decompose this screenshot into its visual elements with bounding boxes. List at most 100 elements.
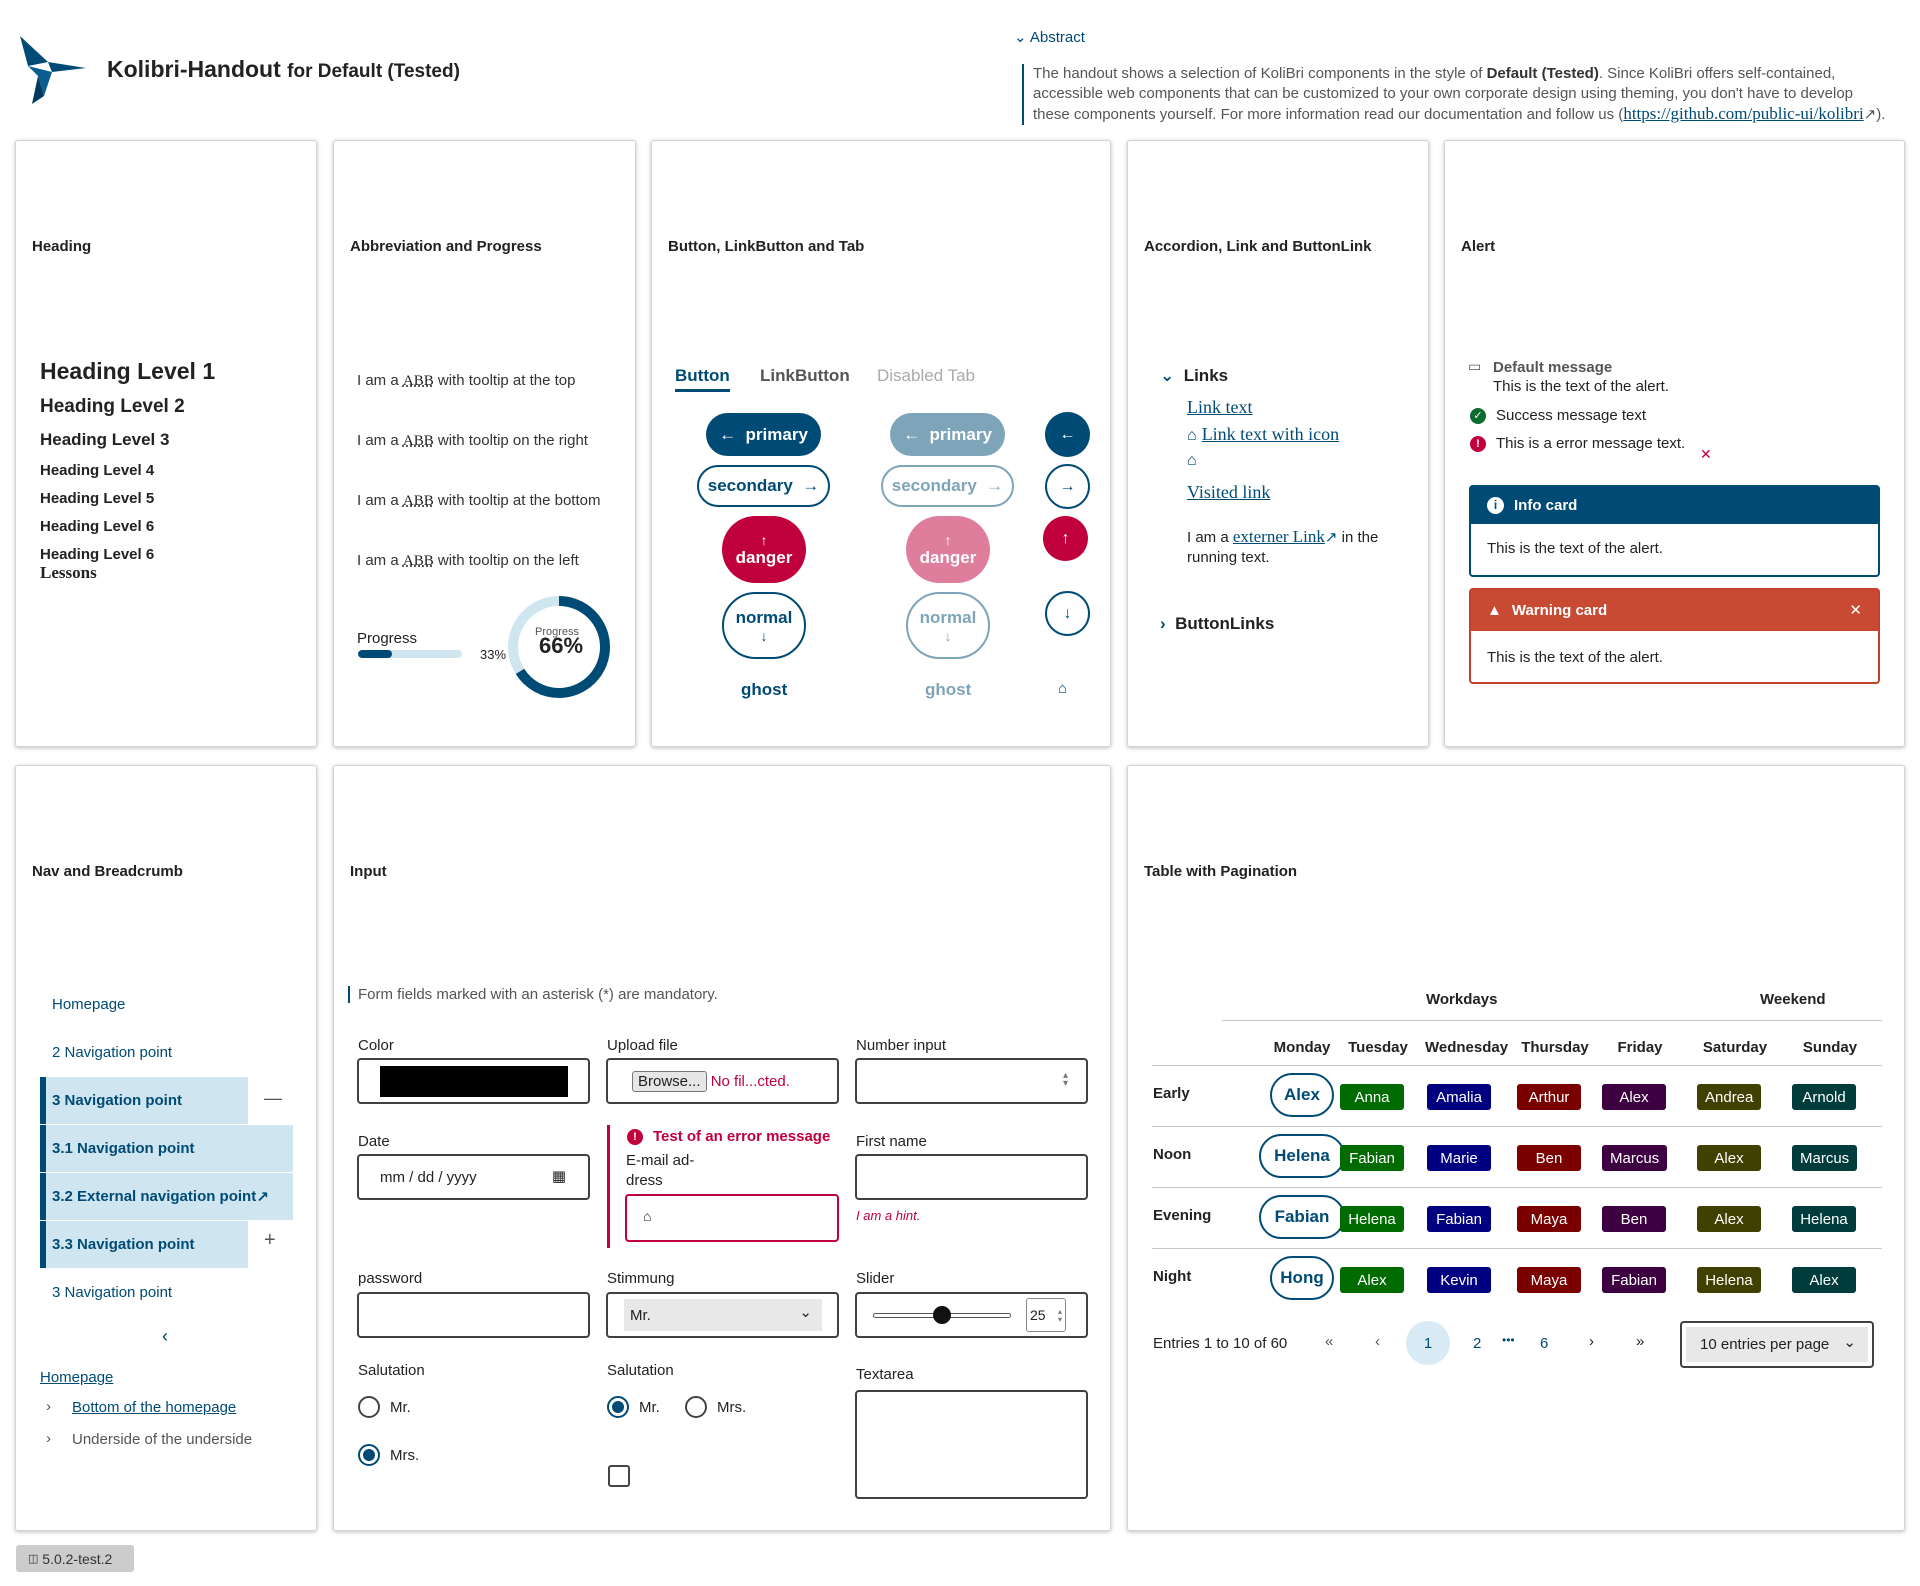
abbr-left[interactable]: ABB (403, 553, 434, 569)
email-label: E-mail ad- dress (626, 1152, 695, 1189)
tab-disabled: Disabled Tab (877, 366, 975, 385)
primary-icon-button[interactable]: ← (1045, 412, 1090, 457)
table-cell-badge: Helena (1697, 1267, 1761, 1293)
next-page-icon[interactable]: › (1589, 1333, 1594, 1350)
email-input[interactable]: ⌂ (625, 1194, 839, 1242)
file-input[interactable]: Browse... No fil...cted. (606, 1058, 839, 1104)
nav-item-3-3[interactable]: 3.3 Navigation point (40, 1221, 248, 1268)
mood-label: Stimmung (607, 1270, 675, 1287)
table-cell-badge: Alex (1792, 1267, 1856, 1293)
danger-icon-button[interactable]: ↑ (1043, 516, 1088, 561)
secondary-icon-button[interactable]: → (1045, 464, 1090, 509)
slider-thumb[interactable] (933, 1306, 951, 1324)
external-link[interactable]: externer Link (1233, 527, 1325, 546)
password-input[interactable] (357, 1292, 590, 1338)
secondary-button[interactable]: secondary → (697, 465, 830, 507)
home-icon-link[interactable]: ⌂ (1187, 452, 1197, 470)
breadcrumb-homepage[interactable]: Homepage (40, 1369, 113, 1386)
prev-page-icon[interactable]: ‹ (1375, 1333, 1380, 1350)
heading-4: Heading Level 4 (40, 462, 155, 479)
nav-item-3-active[interactable]: 3 Navigation point (40, 1077, 248, 1124)
link-text[interactable]: Link text (1187, 397, 1253, 418)
expand-icon[interactable]: + (264, 1229, 276, 1252)
table-cell-name-button[interactable]: Hong (1270, 1256, 1334, 1300)
row-label: Night (1153, 1268, 1192, 1285)
firstname-input[interactable] (855, 1154, 1088, 1200)
tab-button[interactable]: Button (675, 366, 730, 392)
mood-select[interactable]: Mr. ⌄ (606, 1292, 839, 1338)
message-icon: ▭ (1468, 358, 1482, 374)
ghost-button[interactable]: ghost (741, 680, 787, 700)
radio-mrs-2[interactable] (685, 1396, 707, 1418)
abstract-toggle[interactable]: ⌄ Abstract (1014, 28, 1085, 46)
accordion-buttonlinks-header[interactable]: › ButtonLinks (1160, 614, 1274, 634)
link-with-icon[interactable]: ⌂ Link text with icon (1187, 424, 1339, 445)
hint-text: I am a hint. (856, 1208, 921, 1223)
home-icon[interactable]: ⌂ (1058, 680, 1067, 697)
table-header-thursday: Thursday (1521, 1039, 1589, 1056)
nav-item-3-b[interactable]: 3 Navigation point (40, 1269, 295, 1316)
first-page-icon[interactable]: « (1325, 1333, 1333, 1350)
danger-button[interactable]: ↑ danger (722, 516, 806, 583)
table-cell-name-button[interactable]: Helena (1259, 1134, 1345, 1178)
table-cell-badge: Arnold (1792, 1084, 1856, 1110)
date-input[interactable]: mm / dd / yyyy ▦ (357, 1154, 590, 1200)
nav-item-3-2-external[interactable]: 3.2 External navigation point ↗ (40, 1173, 293, 1220)
arrow-right-icon: → (792, 476, 820, 495)
card-title: Input (350, 863, 387, 880)
close-icon[interactable]: ✕ (1700, 446, 1712, 463)
table-cell-name-button[interactable]: Fabian (1259, 1195, 1345, 1239)
ghost-button-disabled: ghost (925, 680, 972, 699)
visited-link[interactable]: Visited link (1187, 482, 1270, 503)
github-link[interactable]: https://github.com/public-ui/kolibri (1623, 104, 1863, 123)
page-2[interactable]: 2 (1473, 1335, 1481, 1352)
arrow-left-icon: ← (903, 424, 930, 444)
number-label: Number input (856, 1037, 947, 1054)
success-alert-text: Success message text (1496, 407, 1647, 424)
calendar-icon[interactable]: ▦ (552, 1167, 566, 1185)
table-cell-badge: Alex (1340, 1267, 1404, 1293)
normal-button[interactable]: normal ↓ (722, 592, 806, 659)
spinner-icon[interactable]: ▴ ▾ (1063, 1071, 1068, 1089)
collapse-icon[interactable]: — (264, 1088, 282, 1109)
number-input[interactable]: ▴ ▾ (855, 1058, 1088, 1104)
salutation-label-1: Salutation (358, 1362, 425, 1379)
page-6[interactable]: 6 (1540, 1335, 1548, 1352)
card-table: Table with Pagination (1127, 765, 1905, 1531)
checkbox[interactable] (608, 1465, 630, 1487)
nav-item-2[interactable]: 2 Navigation point (40, 1029, 295, 1076)
abbr-right[interactable]: ABB (403, 433, 434, 449)
textarea[interactable] (855, 1390, 1088, 1499)
table-cell-badge: Marcus (1792, 1145, 1858, 1171)
kolibri-logo (20, 36, 86, 104)
table-cell-name-button[interactable]: Alex (1270, 1073, 1334, 1117)
page-1-current[interactable]: 1 (1406, 1321, 1450, 1365)
slider-value-input[interactable]: 25 ▴ ▾ (1026, 1298, 1066, 1332)
table-header-tuesday: Tuesday (1348, 1039, 1408, 1056)
color-input[interactable] (357, 1058, 590, 1104)
per-page-select[interactable]: 10 entries per page ⌄ (1680, 1321, 1874, 1368)
browse-button[interactable]: Browse... (632, 1070, 707, 1092)
default-alert-text: This is the text of the alert. (1493, 378, 1669, 395)
close-icon[interactable]: ✕ (1849, 601, 1862, 619)
last-page-icon[interactable]: » (1636, 1333, 1644, 1350)
radio-mr-1[interactable] (358, 1396, 380, 1418)
abbr-top[interactable]: ABB (403, 373, 434, 389)
card-title: Abbreviation and Progress (350, 238, 542, 255)
card-title: Alert (1461, 238, 1496, 255)
normal-icon-button[interactable]: ↓ (1045, 591, 1090, 636)
nav-item-3-1[interactable]: 3.1 Navigation point (40, 1125, 293, 1172)
radio-mrs-1-checked[interactable] (358, 1444, 380, 1466)
table-cell-badge: Maya (1517, 1206, 1581, 1232)
danger-button-disabled: ↑ danger (906, 516, 990, 583)
primary-button[interactable]: ← primary (706, 413, 821, 456)
chevron-right-icon: › (46, 1398, 51, 1415)
breadcrumb-bottom[interactable]: Bottom of the homepage (72, 1399, 236, 1416)
nav-item-homepage[interactable]: Homepage (40, 981, 295, 1028)
chevron-left-icon[interactable]: ‹ (162, 1326, 168, 1347)
firstname-label: First name (856, 1133, 927, 1150)
accordion-links-header[interactable]: ⌄ Links (1160, 366, 1228, 386)
abbr-bottom[interactable]: ABB (403, 493, 434, 509)
radio-mr-2-checked[interactable] (607, 1396, 629, 1418)
tab-linkbutton[interactable]: LinkButton (760, 366, 850, 386)
